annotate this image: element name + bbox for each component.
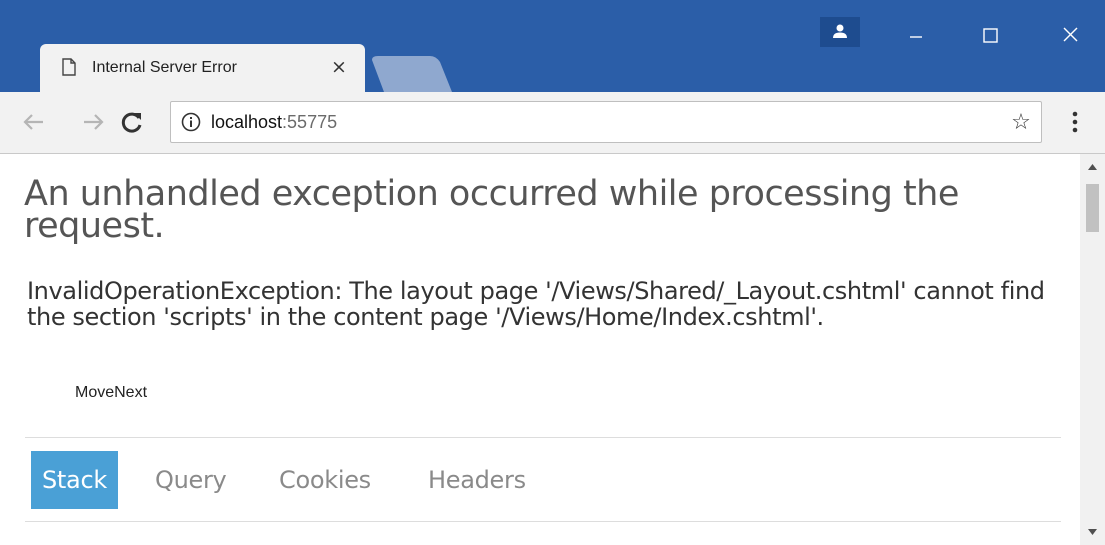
scrollbar-thumb[interactable] [1086, 184, 1099, 232]
divider [25, 521, 1061, 522]
info-icon[interactable] [181, 112, 201, 132]
tab-headers[interactable]: Headers [428, 451, 526, 509]
divider [25, 437, 1061, 438]
tab-query[interactable]: Query [155, 451, 227, 509]
tab-cookies[interactable]: Cookies [279, 451, 371, 509]
close-icon[interactable] [1040, 14, 1100, 56]
page-content: An unhandled exception occurred while pr… [0, 154, 1080, 545]
title-bar: Internal Server Error × [0, 0, 1105, 92]
arrow-right-icon[interactable] [77, 106, 109, 138]
url-host: localhost [211, 112, 283, 132]
page-title: An unhandled exception occurred while pr… [24, 174, 959, 246]
scroll-down-icon[interactable] [1080, 523, 1105, 541]
new-tab-icon[interactable] [372, 56, 452, 92]
maximize-icon[interactable] [960, 14, 1020, 56]
browser-tab-active[interactable]: Internal Server Error × [40, 44, 365, 92]
error-location: MoveNext [75, 384, 148, 401]
url-port: :55775 [282, 112, 338, 132]
reload-icon[interactable] [116, 106, 148, 138]
error-message: InvalidOperationException: The layout pa… [27, 277, 1045, 331]
vertical-scrollbar[interactable] [1080, 154, 1105, 545]
minimize-icon[interactable] [886, 14, 946, 56]
arrow-left-icon[interactable] [18, 106, 50, 138]
address-bar[interactable]: localhost:55775 ☆ [170, 101, 1042, 143]
kebab-menu-icon[interactable] [1061, 106, 1089, 138]
document-icon [62, 58, 76, 76]
browser-window: Internal Server Error × localhost:55775 … [0, 0, 1105, 545]
browser-toolbar: localhost:55775 ☆ [0, 92, 1105, 154]
tab-title: Internal Server Error [92, 59, 237, 76]
tab-close-button[interactable]: × [326, 54, 352, 80]
star-icon[interactable]: ☆ [1007, 109, 1035, 137]
user-icon[interactable] [820, 17, 860, 47]
scroll-up-icon[interactable] [1080, 158, 1105, 176]
tab-stack[interactable]: Stack [31, 451, 118, 509]
url-text[interactable]: localhost:55775 [211, 112, 337, 133]
